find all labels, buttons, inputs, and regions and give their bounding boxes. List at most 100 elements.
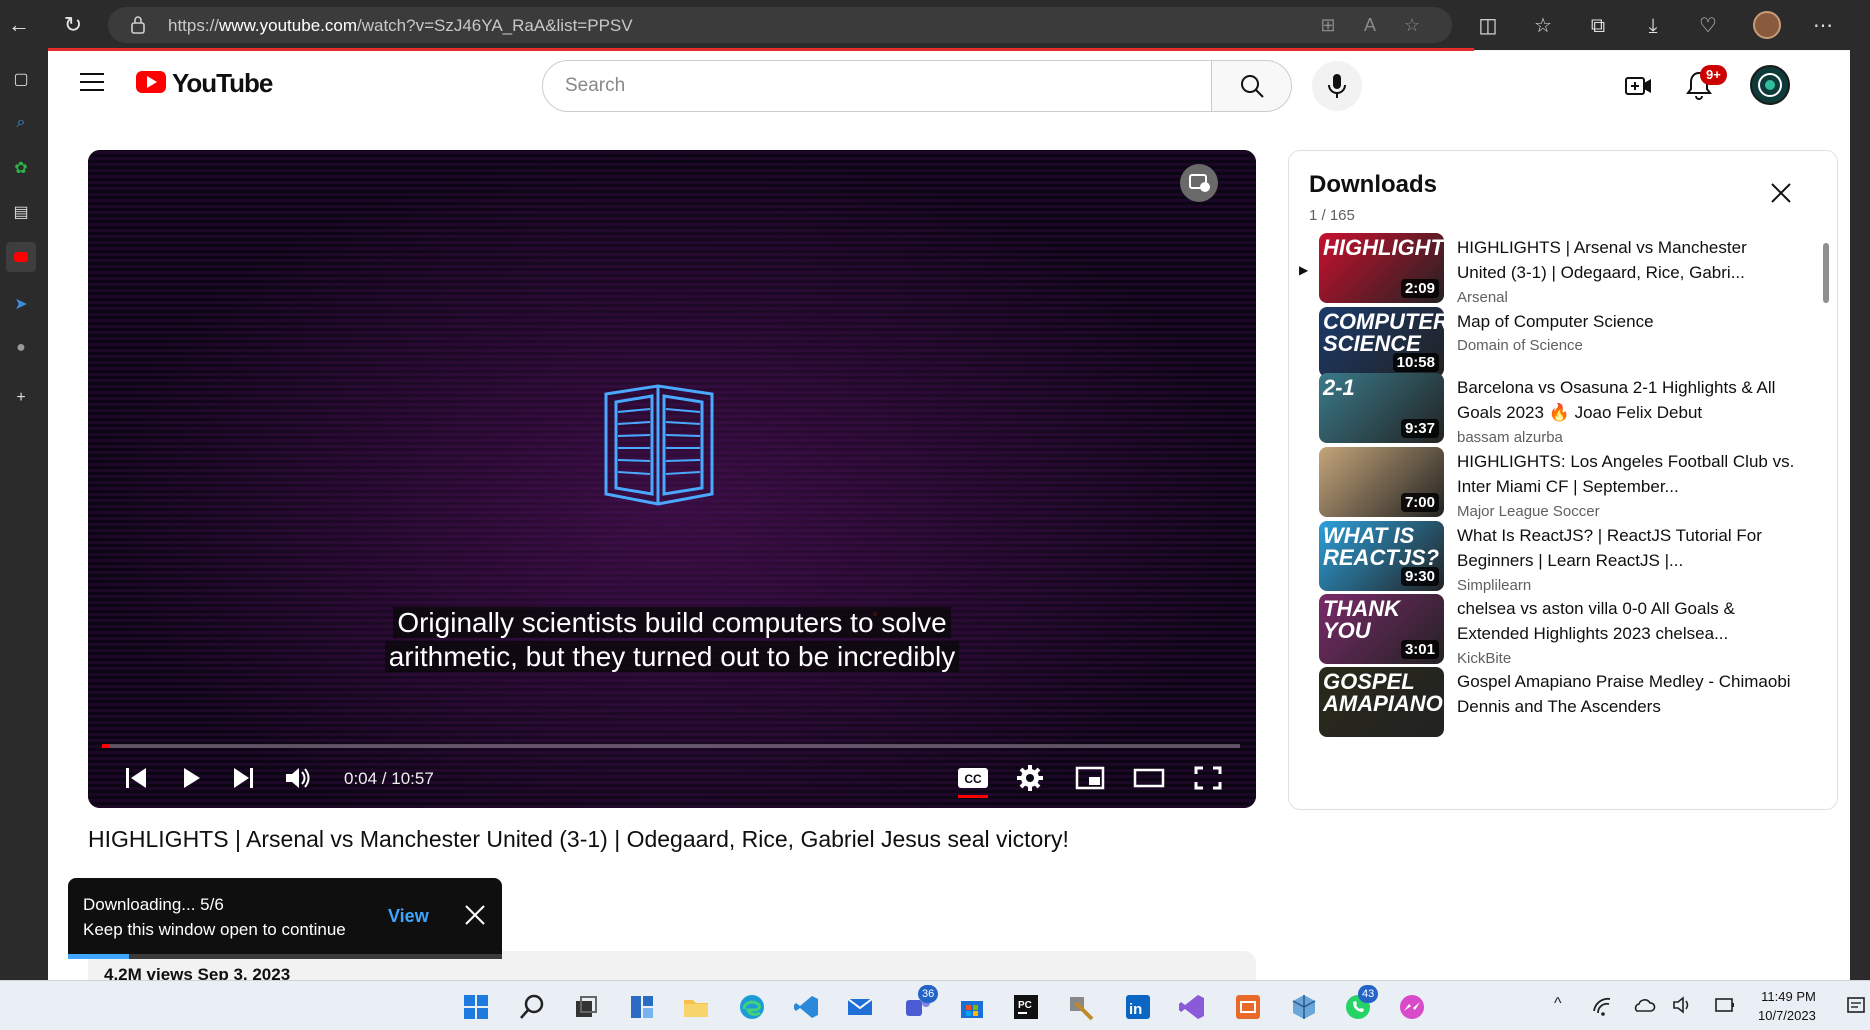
video-thumbnail[interactable]: THANK YOU 3:01 [1319, 594, 1444, 664]
youtube-logo-icon[interactable] [136, 71, 166, 93]
edge-browser-icon[interactable] [738, 993, 766, 1021]
search-input[interactable] [543, 61, 1211, 111]
cc-underline [958, 795, 988, 798]
hamburger-menu-icon[interactable] [80, 73, 104, 91]
search-button[interactable] [1212, 60, 1292, 112]
mail-icon[interactable] [846, 993, 874, 1021]
playlist-scrollbar[interactable] [1823, 243, 1829, 303]
profile-avatar[interactable] [1753, 11, 1781, 39]
voice-search-button[interactable] [1312, 61, 1362, 111]
split-screen-icon[interactable]: ◫ [1475, 13, 1501, 39]
playlist-channel-name[interactable]: Major League Soccer [1457, 503, 1600, 520]
favorites-icon[interactable]: ☆ [1530, 13, 1556, 39]
system-clock[interactable]: 11:49 PM 10/7/2023 [1758, 987, 1816, 1025]
notification-center-icon[interactable] [1846, 995, 1866, 1017]
thumbnail-text: THANK YOU [1323, 596, 1400, 643]
whatsapp-badge: 43 [1358, 985, 1379, 1003]
downloads-icon[interactable]: ⤓ [1640, 13, 1666, 39]
read-aloud-icon[interactable]: A [1358, 15, 1382, 35]
playlist-item[interactable]: WHAT IS REACTJS? 9:30 What Is ReactJS? | R… [1289, 521, 1819, 601]
toast-close-icon[interactable] [460, 900, 490, 930]
pycharm-icon[interactable]: PC [1012, 993, 1040, 1021]
sidebar-add-icon[interactable]: + [6, 383, 36, 413]
virtualbox-icon[interactable] [1290, 993, 1318, 1021]
playlist-video-title[interactable]: Map of Computer Science [1457, 309, 1797, 334]
playlist-channel-name[interactable]: Simplilearn [1457, 577, 1531, 594]
more-options-icon[interactable]: ⋯ [1810, 13, 1836, 39]
app-available-icon[interactable]: ⊞ [1316, 15, 1340, 35]
sidebar-page-icon[interactable]: ▤ [6, 198, 36, 228]
sidebar-share-icon[interactable]: ➤ [6, 290, 36, 320]
duration-badge: 10:58 [1392, 353, 1439, 372]
linkedin-icon[interactable]: in [1124, 993, 1152, 1021]
playlist-channel-name[interactable]: KickBite [1457, 650, 1511, 667]
playlist-item[interactable]: 7:00 HIGHLIGHTS: Los Angeles Football Clu… [1289, 447, 1819, 527]
miniplayer-icon[interactable] [1074, 760, 1106, 796]
playlist-item[interactable]: 2-1 9:37 Barcelona vs Osasuna 2-1 Highligh… [1289, 373, 1819, 453]
visual-studio-icon[interactable] [1178, 993, 1206, 1021]
playlist-title[interactable]: Downloads [1309, 171, 1437, 199]
address-bar[interactable]: https://www.youtube.com/watch?v=SzJ46YA_… [108, 7, 1452, 43]
playlist-channel-name[interactable]: bassam alzurba [1457, 429, 1563, 446]
next-icon[interactable] [228, 760, 258, 796]
vscode-icon[interactable] [792, 993, 820, 1021]
previous-icon[interactable] [122, 760, 152, 796]
collections-icon[interactable]: ⧉ [1585, 13, 1611, 39]
taskbar-search-icon[interactable] [518, 993, 546, 1021]
refresh-icon[interactable]: ↻ [58, 10, 88, 40]
toast-view-button[interactable]: View [388, 906, 429, 927]
video-thumbnail[interactable]: COMPUTER SCIENCE 10:58 [1319, 307, 1444, 377]
thumbnail-text: HIGHLIGHTS [1323, 235, 1444, 260]
theater-mode-icon[interactable] [1132, 760, 1166, 796]
close-playlist-icon[interactable] [1763, 175, 1799, 211]
volume-icon[interactable] [282, 760, 312, 796]
tab-actions-icon[interactable]: ▢ [6, 65, 36, 95]
video-thumbnail[interactable]: WHAT IS REACTJS? 9:30 [1319, 521, 1444, 591]
sidebar-app-icon[interactable]: ✿ [6, 154, 36, 184]
playlist-video-title[interactable]: HIGHLIGHTS: Los Angeles Football Club vs… [1457, 449, 1797, 499]
fullscreen-icon[interactable] [1192, 760, 1224, 796]
cast-button[interactable] [1180, 164, 1218, 202]
video-thumbnail[interactable]: 2-1 9:37 [1319, 373, 1444, 443]
playlist-video-title[interactable]: HIGHLIGHTS | Arsenal vs Manchester Unite… [1457, 235, 1797, 285]
widgets-icon[interactable] [628, 993, 656, 1021]
video-player[interactable]: Originally scientists build computers to… [88, 150, 1256, 808]
sidebar-github-icon[interactable]: ● [6, 333, 36, 363]
sidebar-youtube-icon[interactable] [6, 242, 36, 272]
account-avatar[interactable] [1750, 65, 1790, 105]
onedrive-cloud-icon[interactable] [1632, 995, 1656, 1015]
browser-essentials-icon[interactable]: ♡ [1695, 13, 1721, 39]
playlist-channel-name[interactable]: Arsenal [1457, 289, 1508, 306]
subtitles-cc-icon[interactable]: CC [956, 760, 990, 796]
file-explorer-icon[interactable] [682, 993, 710, 1021]
store-icon[interactable] [958, 993, 986, 1021]
wifi-icon[interactable] [1592, 995, 1614, 1017]
playlist-video-title[interactable]: chelsea vs aston villa 0-0 All Goals & E… [1457, 596, 1797, 646]
youtube-logo-text[interactable]: YouTube [172, 68, 273, 99]
battery-icon[interactable] [1714, 995, 1736, 1015]
playlist-item[interactable]: ▶ HIGHLIGHTS 2:09 HIGHLIGHTS | Arsenal vs M… [1289, 233, 1819, 313]
settings-gear-icon[interactable] [1014, 760, 1046, 796]
play-icon[interactable] [176, 760, 206, 796]
playlist-video-title[interactable]: What Is ReactJS? | ReactJS Tutorial For … [1457, 523, 1797, 573]
playlist-channel-name[interactable]: Domain of Science [1457, 337, 1583, 354]
video-thumbnail[interactable]: GOSPEL AMAPIANO [1319, 667, 1444, 737]
video-thumbnail[interactable]: 7:00 [1319, 447, 1444, 517]
favorite-star-icon[interactable]: ☆ [1400, 15, 1424, 35]
video-progress-bar[interactable] [102, 744, 1240, 748]
back-icon[interactable]: ← [4, 10, 34, 40]
recorder-app-icon[interactable] [1234, 993, 1262, 1021]
create-video-icon[interactable] [1624, 71, 1654, 101]
playlist-item[interactable]: THANK YOU 3:01 chelsea vs aston villa 0-0 … [1289, 594, 1819, 674]
playlist-video-title[interactable]: Barcelona vs Osasuna 2-1 Highlights & Al… [1457, 375, 1797, 425]
sidebar-search-icon[interactable]: ⌕ [6, 108, 36, 138]
task-view-icon[interactable] [572, 993, 600, 1021]
start-windows-icon[interactable] [462, 993, 490, 1021]
playlist-video-title[interactable]: Gospel Amapiano Praise Medley - Chimaobi… [1457, 669, 1797, 719]
messenger-icon[interactable] [1398, 993, 1426, 1021]
video-thumbnail[interactable]: HIGHLIGHTS 2:09 [1319, 233, 1444, 303]
speaker-icon[interactable] [1672, 995, 1694, 1015]
show-hidden-icons[interactable]: ^ [1554, 995, 1562, 1013]
tools-icon[interactable] [1066, 993, 1094, 1021]
playlist-item[interactable]: GOSPEL AMAPIANO Gospel Amapiano Praise Me… [1289, 667, 1819, 747]
